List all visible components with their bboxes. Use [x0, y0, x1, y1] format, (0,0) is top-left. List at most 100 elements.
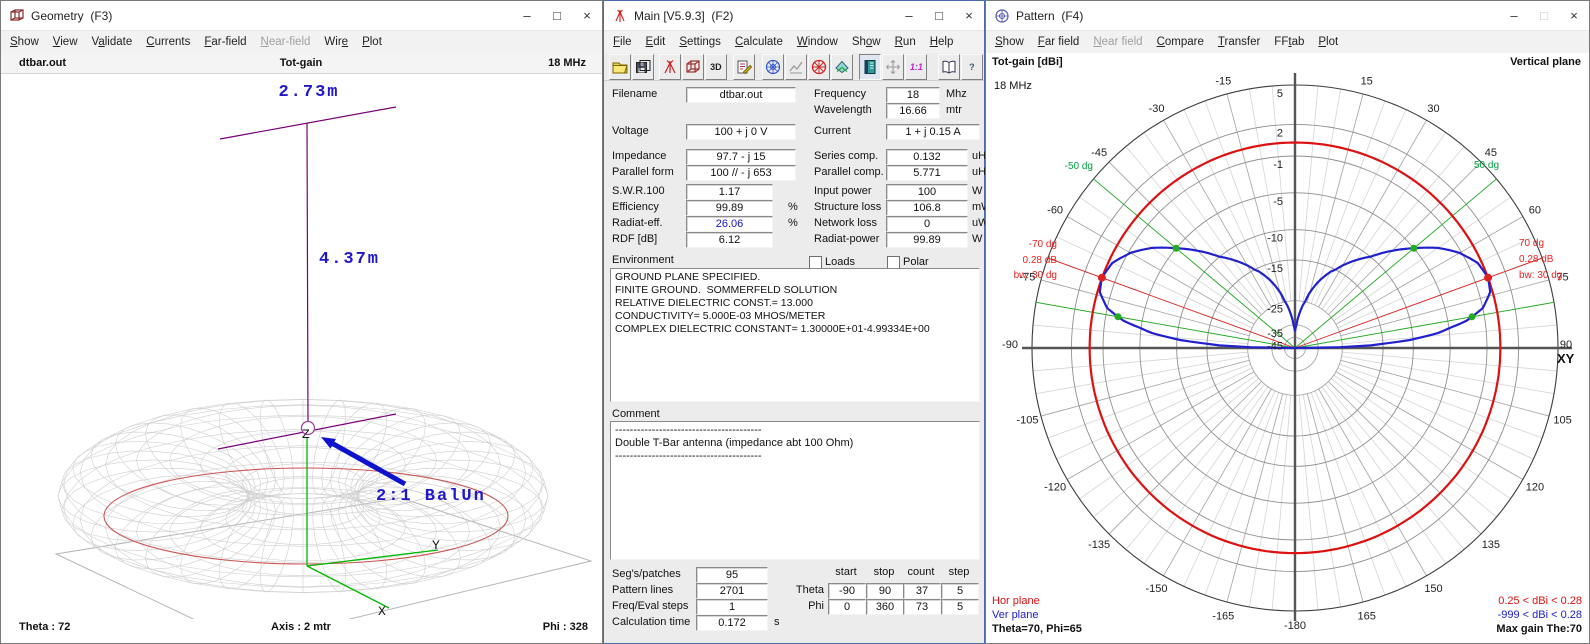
main-window-title: Main [V5.9.3] (F2) — [634, 9, 894, 23]
maximize-button: □ — [1529, 1, 1559, 30]
menu-item-fftab[interactable]: FFtab — [1267, 33, 1311, 51]
minimize-button[interactable]: – — [1499, 1, 1529, 30]
close-button[interactable]: × — [954, 1, 984, 30]
checkbox-label-loads: Loads — [825, 256, 855, 268]
sweep-theta-step[interactable]: 5 — [941, 583, 979, 599]
menu-item-show[interactable]: Show — [3, 33, 46, 51]
sweep-theta-stop[interactable]: 90 — [866, 583, 904, 599]
menu-item-show[interactable]: Show — [845, 33, 888, 51]
field-input-power[interactable]: 100 — [886, 184, 968, 200]
minimize-button[interactable]: – — [894, 1, 924, 30]
angle-label--90: -90 — [1002, 339, 1018, 351]
menu-item-window[interactable]: Window — [790, 33, 845, 51]
field-label-radiat-power: Radiat-power — [814, 233, 879, 245]
field-series-comp[interactable]: 0.132 — [886, 149, 968, 165]
field-impedance[interactable]: 97.7 - j 15 — [686, 149, 796, 165]
annotation-0-28-db: 0.28 dB — [1519, 254, 1554, 265]
axis-z-label: Z — [302, 427, 310, 442]
stat-calculation-time[interactable]: 0.172 — [696, 615, 768, 631]
toolbar-3d-view-icon[interactable]: 3D — [705, 54, 727, 80]
stat-pattern-lines[interactable]: 2701 — [696, 583, 768, 599]
toolbar-help-icon[interactable]: ? — [961, 54, 983, 80]
menu-item-far-field[interactable]: Far field — [1031, 33, 1087, 51]
angle-label-120: 120 — [1526, 482, 1544, 494]
close-button[interactable]: × — [1559, 1, 1589, 30]
pattern-title-bar[interactable]: Pattern (F4) – □ × — [986, 1, 1589, 31]
menu-item-help[interactable]: Help — [923, 33, 961, 51]
sweep-phi-step[interactable]: 5 — [941, 599, 979, 615]
toolbar-save-files-icon[interactable] — [632, 54, 654, 80]
beamwidth-dot — [1410, 245, 1417, 252]
field-structure-loss[interactable]: 106.8 — [886, 200, 968, 216]
maximize-button[interactable]: □ — [924, 1, 954, 30]
toolbar-smith-chart-icon[interactable] — [808, 54, 830, 80]
menu-item-edit[interactable]: Edit — [639, 33, 673, 51]
geometry-3d-canvas[interactable] — [1, 73, 602, 619]
toolbar-open-folder-icon[interactable] — [609, 54, 631, 80]
toolbar-book-icon[interactable] — [938, 54, 960, 80]
stat-label-calculation-time: Calculation time — [612, 616, 690, 628]
menu-item-transfer[interactable]: Transfer — [1211, 33, 1267, 51]
sweep-theta-start[interactable]: -90 — [828, 583, 866, 599]
sweep-phi-start[interactable]: 0 — [828, 599, 866, 615]
menu-item-plot[interactable]: Plot — [1311, 33, 1345, 51]
geometry-title-bar[interactable]: Geometry (F3) – □ × — [1, 1, 602, 31]
menu-item-run[interactable]: Run — [888, 33, 923, 51]
toolbar-nearfield-icon[interactable] — [831, 54, 853, 80]
field-efficiency[interactable]: 99.89 — [686, 200, 773, 216]
toolbar-notebook-icon[interactable] — [859, 54, 881, 80]
field-wavelength[interactable]: 16.66 — [886, 103, 940, 119]
sweep-theta-count[interactable]: 37 — [903, 583, 941, 599]
angle-label--15: -15 — [1215, 75, 1231, 87]
field-filename[interactable]: dtbar.out — [686, 87, 796, 103]
field-radiat-eff[interactable]: 26.06 — [686, 216, 773, 232]
toolbar-geometry-cube-icon[interactable] — [682, 54, 704, 80]
angle-label-135: 135 — [1482, 539, 1500, 551]
angle-label-30: 30 — [1427, 103, 1439, 115]
menu-item-calculate[interactable]: Calculate — [728, 33, 790, 51]
menu-item-settings[interactable]: Settings — [672, 33, 728, 51]
balun-label: 2:1 BalUn — [376, 487, 486, 506]
geometry-menu-bar: ShowViewValidateCurrentsFar-fieldNear-fi… — [1, 31, 602, 54]
stat-freq-eval-steps[interactable]: 1 — [696, 599, 768, 615]
field-parallel-comp[interactable]: 5.771 — [886, 165, 968, 181]
toolbar-farfield-pattern-icon[interactable] — [762, 54, 784, 80]
field-parallel-form[interactable]: 100 // - j 653 — [686, 165, 796, 181]
stat-label-seg-s-patches: Seg's/patches — [612, 568, 681, 580]
field-network-loss[interactable]: 0 — [886, 216, 968, 232]
menu-item-far-field[interactable]: Far-field — [197, 33, 253, 51]
annotation-70-dg: -70 dg — [1029, 239, 1057, 250]
geometry-info-bar: dtbar.out Tot-gain 18 MHz — [1, 53, 602, 74]
comment-label: Comment — [612, 408, 660, 420]
menu-item-validate[interactable]: Validate — [85, 33, 140, 51]
close-button[interactable]: × — [572, 1, 602, 30]
environment-box[interactable]: GROUND PLANE SPECIFIED. FINITE GROUND. S… — [610, 268, 980, 402]
menu-item-plot[interactable]: Plot — [355, 33, 389, 51]
minimize-button[interactable]: – — [512, 1, 542, 30]
menu-item-compare[interactable]: Compare — [1150, 33, 1211, 51]
field-s-w-r-100[interactable]: 1.17 — [686, 184, 773, 200]
angle-label-60: 60 — [1529, 205, 1541, 217]
menu-item-view[interactable]: View — [46, 33, 85, 51]
field-voltage[interactable]: 100 + j 0 V — [686, 124, 796, 140]
field-frequency[interactable]: 18 — [886, 87, 940, 103]
toolbar-edit-notepad-icon[interactable] — [733, 54, 755, 80]
field-current[interactable]: 1 + j 0.15 A — [886, 124, 980, 140]
menu-item-file[interactable]: File — [606, 33, 639, 51]
sweep-phi-stop[interactable]: 360 — [866, 599, 904, 615]
menu-item-show[interactable]: Show — [988, 33, 1031, 51]
field-rdf-db[interactable]: 6.12 — [686, 232, 773, 248]
sweep-phi-count[interactable]: 73 — [903, 599, 941, 615]
stat-seg-s-patches[interactable]: 95 — [696, 567, 768, 583]
menu-item-wire[interactable]: Wire — [317, 33, 355, 51]
antenna-wire-1[interactable] — [307, 123, 308, 425]
field-radiat-power[interactable]: 99.89 — [886, 232, 968, 248]
maximize-button[interactable]: □ — [542, 1, 572, 30]
comment-box[interactable]: ----------------------------------------… — [610, 421, 980, 560]
menu-item-currents[interactable]: Currents — [139, 33, 197, 51]
main-title-bar[interactable]: Main [V5.9.3] (F2) – □ × — [604, 1, 984, 31]
antenna-wire-0[interactable] — [220, 107, 396, 139]
toolbar-ratio-1-1-icon[interactable]: 1:1 — [905, 54, 927, 80]
toolbar-antenna-icon[interactable] — [659, 54, 681, 80]
angle-label-45: 45 — [1485, 147, 1497, 159]
